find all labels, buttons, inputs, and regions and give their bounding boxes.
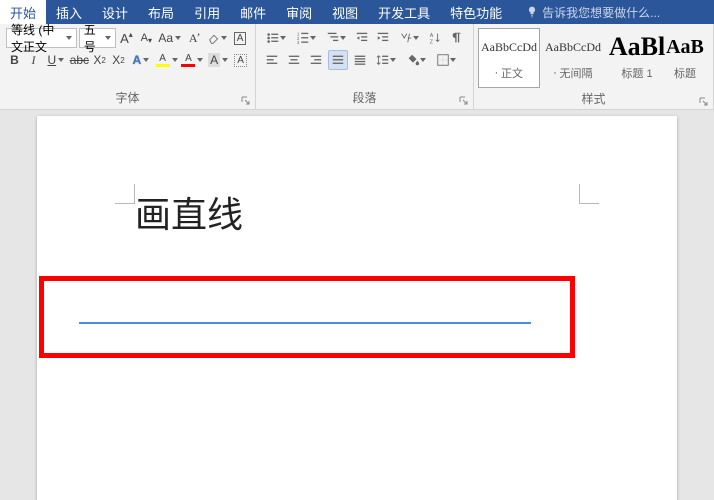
- font-name-combo[interactable]: 等线 (中文正文: [6, 28, 77, 48]
- dialog-launcher-icon[interactable]: [459, 96, 469, 106]
- align-left-button[interactable]: [262, 50, 282, 70]
- multilevel-list-button[interactable]: [322, 28, 350, 48]
- text-effects-button[interactable]: A: [129, 50, 153, 70]
- caret-icon: [222, 58, 228, 62]
- bullets-button[interactable]: [262, 28, 290, 48]
- group-label-styles: 样式: [474, 88, 713, 110]
- tab-view[interactable]: 视图: [322, 0, 368, 24]
- eraser-icon: [207, 31, 221, 45]
- group-label-font: 字体: [0, 87, 255, 109]
- caret-icon: [58, 58, 64, 62]
- distributed-button[interactable]: [350, 50, 370, 70]
- sort-icon: AZ: [428, 31, 442, 45]
- style-heading1[interactable]: AaBl 标题 1: [606, 28, 668, 88]
- multilevel-icon: [326, 31, 340, 45]
- borders-icon: [436, 53, 450, 67]
- line-spacing-button[interactable]: [372, 50, 400, 70]
- dialog-launcher-icon[interactable]: [699, 97, 709, 107]
- font-color-button[interactable]: A: [181, 50, 205, 70]
- align-center-button[interactable]: [284, 50, 304, 70]
- tell-me-placeholder: 告诉我您想要做什么...: [542, 4, 660, 21]
- tab-special[interactable]: 特色功能: [440, 0, 512, 24]
- caret-icon: [280, 36, 286, 40]
- align-right-button[interactable]: [306, 50, 326, 70]
- caret-icon: [450, 58, 456, 62]
- grow-font-button[interactable]: A▴: [118, 28, 136, 48]
- bullets-icon: [266, 31, 280, 45]
- caret-icon: [413, 36, 419, 40]
- caret-icon: [340, 36, 346, 40]
- asian-layout-icon: [399, 31, 413, 45]
- tab-mail[interactable]: 邮件: [230, 0, 276, 24]
- group-styles: AaBbCcDd ⸱ 正文 AaBbCcDd ⸱ 无间隔 AaBl 标题 1 A…: [474, 24, 714, 109]
- asian-layout-button[interactable]: [395, 28, 423, 48]
- char-border-button[interactable]: A: [232, 50, 249, 70]
- dialog-launcher-icon[interactable]: [241, 96, 251, 106]
- change-case-button[interactable]: Aa: [157, 28, 182, 48]
- tab-developer[interactable]: 开发工具: [368, 0, 440, 24]
- outdent-icon: [355, 31, 369, 45]
- pilcrow-icon: [450, 31, 464, 45]
- annotation-highlight-box: [39, 276, 575, 358]
- document-area: 画直线: [0, 110, 714, 500]
- decrease-indent-button[interactable]: [352, 28, 372, 48]
- line-spacing-icon: [376, 53, 390, 67]
- numbering-button[interactable]: 123: [292, 28, 320, 48]
- caret-icon: [420, 58, 426, 62]
- paint-bucket-icon: [406, 53, 420, 67]
- clear-formatting-button[interactable]: [204, 28, 229, 48]
- margin-mark-icon: [115, 184, 135, 204]
- indent-icon: [376, 31, 390, 45]
- tell-me-search[interactable]: 告诉我您想要做什么...: [518, 0, 668, 24]
- group-font: 等线 (中文正文 五号 A▴ A▾ Aa A̛ A B I U abc X2 X…: [0, 24, 256, 109]
- caret-icon: [172, 58, 178, 62]
- style-heading2[interactable]: AaB 标题: [670, 28, 700, 88]
- styles-gallery: AaBbCcDd ⸱ 正文 AaBbCcDd ⸱ 无间隔 AaBl 标题 1 A…: [478, 26, 711, 88]
- show-marks-button[interactable]: [447, 28, 467, 48]
- align-center-icon: [287, 53, 301, 67]
- align-justify-button[interactable]: [328, 50, 348, 70]
- ribbon: 等线 (中文正文 五号 A▴ A▾ Aa A̛ A B I U abc X2 X…: [0, 24, 714, 110]
- style-no-spacing[interactable]: AaBbCcDd ⸱ 无间隔: [542, 28, 604, 88]
- tab-layout[interactable]: 布局: [138, 0, 184, 24]
- caret-icon: [105, 36, 111, 40]
- group-label-paragraph: 段落: [256, 87, 473, 109]
- ribbon-tabs: 开始 插入 设计 布局 引用 邮件 审阅 视图 开发工具 特色功能 告诉我您想要…: [0, 0, 714, 24]
- caret-icon: [390, 58, 396, 62]
- align-left-icon: [265, 53, 279, 67]
- tab-review[interactable]: 审阅: [276, 0, 322, 24]
- caret-icon: [175, 36, 181, 40]
- highlight-button[interactable]: A: [155, 50, 179, 70]
- distributed-icon: [353, 53, 367, 67]
- caret-icon: [197, 58, 203, 62]
- tab-references[interactable]: 引用: [184, 0, 230, 24]
- svg-text:3: 3: [297, 40, 300, 45]
- lightbulb-icon: [526, 6, 538, 18]
- shrink-font-button[interactable]: A▾: [137, 28, 155, 48]
- phonetic-guide-button[interactable]: A̛: [184, 28, 202, 48]
- caret-icon: [310, 36, 316, 40]
- document-title-text: 画直线: [135, 186, 243, 238]
- caret-icon: [66, 36, 72, 40]
- svg-text:Z: Z: [430, 39, 434, 45]
- style-normal[interactable]: AaBbCcDd ⸱ 正文: [478, 28, 540, 88]
- numbering-icon: 123: [296, 31, 310, 45]
- char-shading-button[interactable]: A: [206, 50, 230, 70]
- increase-indent-button[interactable]: [373, 28, 393, 48]
- group-paragraph: 123 AZ 段落: [256, 24, 474, 109]
- borders-button[interactable]: [432, 50, 460, 70]
- enclose-char-button[interactable]: A: [231, 28, 249, 48]
- font-size-combo[interactable]: 五号: [79, 28, 116, 48]
- svg-text:A: A: [430, 33, 434, 39]
- align-right-icon: [309, 53, 323, 67]
- shading-button[interactable]: [402, 50, 430, 70]
- caret-icon: [143, 58, 149, 62]
- document-page[interactable]: 画直线: [37, 116, 677, 500]
- superscript-button[interactable]: X2: [110, 50, 127, 70]
- margin-mark-icon: [579, 184, 599, 204]
- caret-icon: [221, 36, 227, 40]
- sort-button[interactable]: AZ: [425, 28, 445, 48]
- drawn-straight-line[interactable]: [79, 322, 531, 324]
- align-justify-icon: [331, 53, 345, 67]
